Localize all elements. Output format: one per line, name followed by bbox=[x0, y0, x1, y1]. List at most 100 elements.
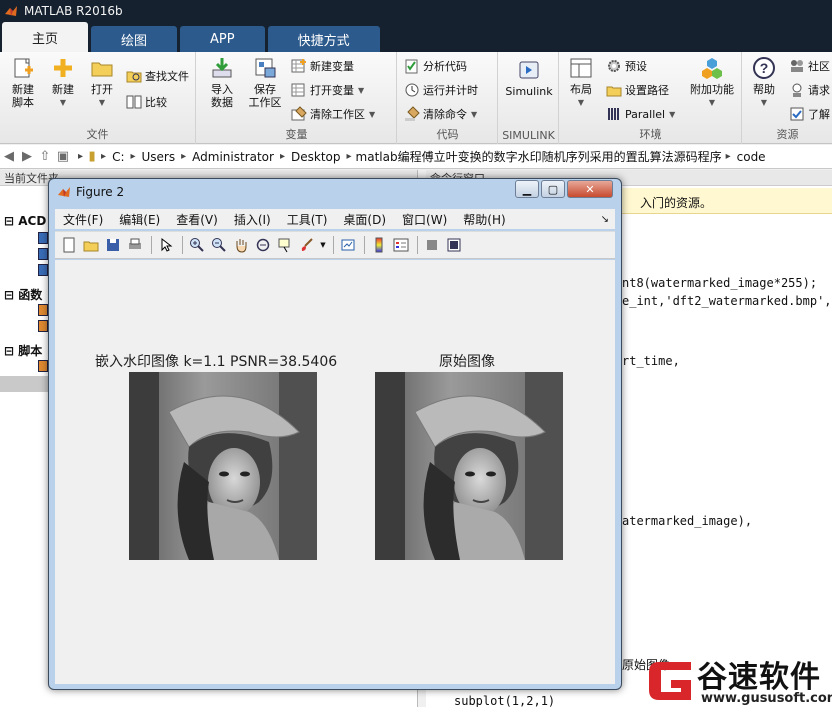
community-button[interactable]: 社区 bbox=[789, 56, 830, 76]
import-data-label: 导入 数据 bbox=[211, 83, 233, 109]
breadcrumb-item[interactable]: C: bbox=[112, 150, 124, 164]
figure-window[interactable]: Figure 2 ▁ ▢ ✕ 文件(F) 编辑(E) 查看(V) 插入(I) 工… bbox=[48, 178, 622, 690]
zoom-in-icon[interactable] bbox=[187, 235, 207, 255]
new-script-button[interactable]: 新建 脚本 bbox=[4, 56, 42, 109]
addons-button[interactable]: 附加功能 ▼ bbox=[686, 56, 738, 109]
open-button[interactable]: 打开 ▼ bbox=[83, 56, 121, 109]
print-icon[interactable] bbox=[125, 235, 145, 255]
figure-canvas[interactable]: 嵌入水印图像 k=1.1 PSNR=38.5406 原始图像 bbox=[55, 260, 615, 684]
pan-hand-icon[interactable] bbox=[231, 235, 251, 255]
tab-plots[interactable]: 绘图 bbox=[91, 26, 178, 52]
open-file-icon[interactable] bbox=[81, 235, 101, 255]
link-plot-icon[interactable] bbox=[338, 235, 358, 255]
tab-home[interactable]: 主页 bbox=[2, 22, 89, 52]
tab-shortcuts[interactable]: 快捷方式 bbox=[267, 26, 380, 52]
parallel-button[interactable]: Parallel ▼ bbox=[606, 104, 675, 124]
menu-tools[interactable]: 工具(T) bbox=[287, 211, 328, 228]
help-button[interactable]: ? 帮助 ▼ bbox=[745, 56, 783, 109]
m-file-icon[interactable] bbox=[38, 320, 48, 332]
preferences-button[interactable]: 预设 bbox=[606, 56, 647, 76]
file-group: 新建 脚本 新建 ▼ 打开 ▼ 查找文件 比较 文件 bbox=[0, 52, 196, 144]
m-file-icon[interactable] bbox=[38, 360, 48, 372]
m-file-icon[interactable] bbox=[38, 304, 48, 316]
folder-section-acd[interactable]: ⊟ ACD bbox=[4, 214, 46, 228]
run-and-time-button[interactable]: 运行并计时 bbox=[404, 80, 478, 100]
tab-apps[interactable]: APP bbox=[180, 26, 265, 52]
dock-arrow-icon[interactable]: ↘ bbox=[601, 214, 609, 225]
chevron-down-icon[interactable]: ▼ bbox=[319, 235, 327, 255]
clear-workspace-button[interactable]: 清除工作区 ▼ bbox=[291, 104, 375, 124]
toolbar-separator bbox=[333, 236, 334, 254]
folder-section-functions[interactable]: ⊟ 函数 bbox=[4, 286, 42, 303]
code-group: 分析代码 运行并计时 清除命令 ▼ 代码 bbox=[398, 52, 498, 144]
hide-plot-tools-icon[interactable] bbox=[422, 235, 442, 255]
menu-file[interactable]: 文件(F) bbox=[63, 211, 103, 228]
save-workspace-button[interactable]: 保存 工作区 bbox=[245, 56, 285, 109]
find-files-button[interactable]: 查找文件 bbox=[126, 66, 189, 86]
separator-icon: ▸ bbox=[346, 151, 352, 162]
parallel-icon bbox=[608, 108, 619, 120]
breadcrumb-item[interactable]: Users bbox=[142, 150, 176, 164]
request-support-button[interactable]: 请求 bbox=[789, 80, 830, 100]
browse-folder-icon[interactable]: ▣ bbox=[54, 149, 72, 164]
bmp-file-icon[interactable] bbox=[38, 248, 48, 260]
legend-icon[interactable] bbox=[391, 235, 411, 255]
import-data-button[interactable]: 导入 数据 bbox=[203, 56, 241, 109]
menu-desktop[interactable]: 桌面(D) bbox=[343, 211, 386, 228]
show-plot-tools-icon[interactable] bbox=[444, 235, 464, 255]
layout-button[interactable]: 布局 ▼ bbox=[562, 56, 600, 109]
bmp-file-icon[interactable] bbox=[38, 264, 48, 276]
menu-help[interactable]: 帮助(H) bbox=[463, 211, 505, 228]
pointer-icon[interactable] bbox=[156, 235, 176, 255]
clear-workspace-label: 清除工作区 bbox=[310, 108, 365, 121]
breadcrumb-item[interactable]: Administrator bbox=[192, 150, 274, 164]
save-icon[interactable] bbox=[103, 235, 123, 255]
menu-edit[interactable]: 编辑(E) bbox=[119, 211, 160, 228]
maximize-button[interactable]: ▢ bbox=[541, 180, 565, 198]
new-variable-button[interactable]: 新建变量 bbox=[291, 56, 354, 76]
forward-arrow-icon[interactable]: ▶ bbox=[18, 149, 36, 164]
breadcrumb-item[interactable]: Desktop bbox=[291, 150, 341, 164]
menu-window[interactable]: 窗口(W) bbox=[402, 211, 447, 228]
simulink-button[interactable]: Simulink bbox=[501, 58, 557, 98]
set-path-label: 设置路径 bbox=[625, 84, 669, 97]
gear-icon bbox=[608, 60, 620, 72]
close-button[interactable]: ✕ bbox=[567, 180, 613, 198]
clear-commands-button[interactable]: 清除命令 ▼ bbox=[404, 104, 477, 124]
breadcrumb-item[interactable]: matlab编程傅立叶变换的数字水印随机序列采用的置乱算法源码程序 bbox=[356, 148, 722, 165]
back-arrow-icon[interactable]: ◀ bbox=[0, 149, 18, 164]
watermarked-image[interactable] bbox=[129, 372, 317, 560]
environment-group-label: 环境 bbox=[639, 128, 662, 141]
chevron-down-icon: ▼ bbox=[358, 85, 365, 95]
new-button[interactable]: 新建 ▼ bbox=[44, 56, 82, 109]
analyze-code-button[interactable]: 分析代码 bbox=[404, 56, 467, 76]
menu-view[interactable]: 查看(V) bbox=[176, 211, 218, 228]
zoom-out-icon[interactable] bbox=[209, 235, 229, 255]
data-cursor-icon[interactable] bbox=[275, 235, 295, 255]
toolbar-separator bbox=[417, 236, 418, 254]
learn-matlab-button[interactable]: 了解 bbox=[789, 104, 830, 124]
open-variable-label: 打开变量 bbox=[310, 84, 354, 97]
chevron-down-icon: ▼ bbox=[577, 98, 585, 107]
matlab-logo-icon bbox=[5, 6, 17, 16]
colorbar-icon[interactable] bbox=[369, 235, 389, 255]
set-path-button[interactable]: 设置路径 bbox=[606, 80, 669, 100]
support-icon bbox=[792, 83, 802, 97]
variable-group-label: 变量 bbox=[285, 128, 308, 141]
bmp-file-icon[interactable] bbox=[38, 232, 48, 244]
compare-button[interactable]: 比较 bbox=[126, 92, 167, 112]
menu-insert[interactable]: 插入(I) bbox=[234, 211, 271, 228]
simulink-group-label: SIMULINK bbox=[502, 129, 555, 142]
analyze-code-icon bbox=[405, 59, 418, 74]
open-variable-button[interactable]: 打开变量 ▼ bbox=[291, 80, 364, 100]
brush-icon[interactable] bbox=[297, 235, 317, 255]
minimize-button[interactable]: ▁ bbox=[515, 180, 539, 198]
rotate-3d-icon[interactable] bbox=[253, 235, 273, 255]
up-folder-icon[interactable]: ⇧ bbox=[36, 149, 54, 164]
breadcrumb-item[interactable]: code bbox=[737, 150, 766, 164]
original-image[interactable] bbox=[375, 372, 563, 560]
code-group-label: 代码 bbox=[436, 128, 459, 141]
code-line: e_int,'dft2_watermarked.bmp',' bbox=[622, 294, 832, 308]
folder-section-scripts[interactable]: ⊟ 脚本 bbox=[4, 342, 42, 359]
new-figure-icon[interactable] bbox=[59, 235, 79, 255]
